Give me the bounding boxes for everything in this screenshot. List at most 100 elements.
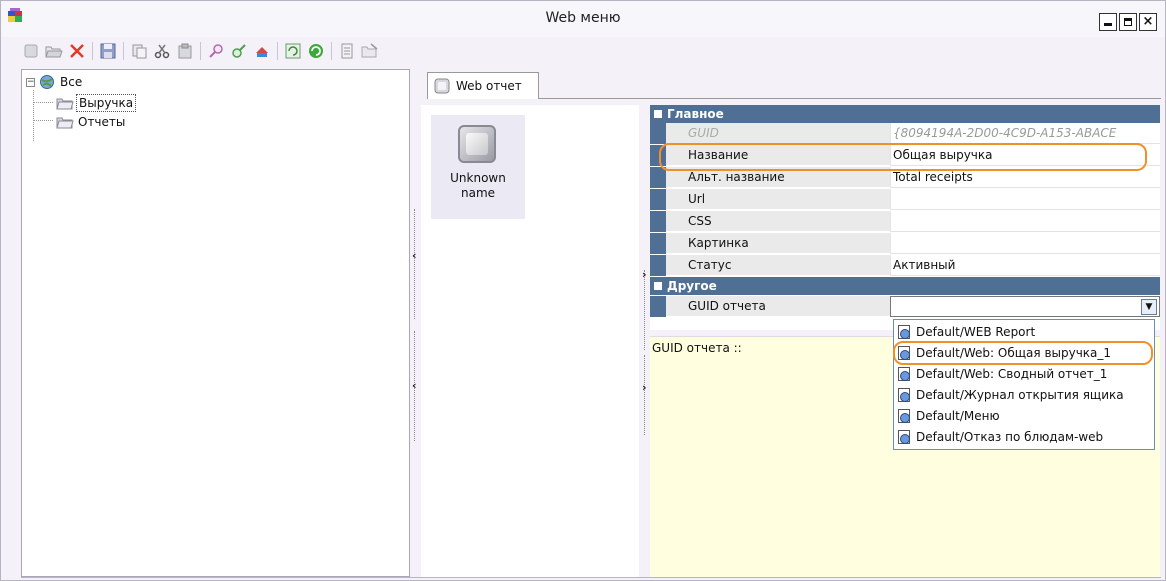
open-icon [45, 46, 63, 58]
export-button[interactable] [252, 41, 272, 61]
replace-icon [232, 44, 246, 58]
property-row-report-guid[interactable]: GUID отчета ▼ [650, 296, 1160, 317]
copy-button[interactable] [129, 41, 149, 61]
tab-label: Web отчет [456, 79, 522, 93]
report-icon [898, 387, 910, 402]
delete-button[interactable] [67, 41, 87, 61]
maximize-button[interactable] [1119, 13, 1137, 31]
toolbar-separator [123, 42, 124, 60]
icon-view: Unknown name [421, 105, 639, 577]
dropdown-option[interactable]: Default/WEB Report [898, 321, 1035, 342]
category-main[interactable]: Главное [650, 105, 1160, 123]
open-button[interactable] [44, 41, 64, 61]
property-name: Альт. название [666, 167, 890, 188]
replace-button[interactable] [229, 41, 249, 61]
property-value[interactable] [890, 233, 1160, 254]
maximize-icon [1124, 18, 1132, 26]
tab-web-report[interactable]: Web отчет [427, 72, 539, 99]
paste-icon [178, 43, 192, 59]
find-icon [209, 44, 223, 58]
description-text: GUID отчета :: [652, 341, 742, 355]
chevron-left-icon[interactable]: ‹ [412, 379, 417, 392]
collapse-icon[interactable] [654, 282, 662, 290]
report-icon [898, 429, 910, 444]
property-name: CSS [666, 211, 890, 232]
tile-label: Unknown name [450, 171, 506, 200]
report-guid-dropdown: Default/WEB Report Default/Web: Общая вы… [893, 319, 1155, 450]
save-button[interactable] [98, 41, 118, 61]
collapse-icon[interactable]: − [26, 77, 35, 87]
sync-button[interactable] [306, 41, 326, 61]
find-button[interactable] [206, 41, 226, 61]
property-row-status[interactable]: Статус Активный [650, 255, 1160, 276]
property-name: Статус [666, 255, 890, 276]
chevron-right-icon[interactable]: › [642, 268, 647, 281]
dropdown-option[interactable]: Default/Web: Общая выручка_1 [898, 342, 1111, 363]
paste-button[interactable] [175, 41, 195, 61]
folder-icon [56, 98, 74, 110]
cut-button[interactable] [152, 41, 172, 61]
folder-icon [56, 117, 74, 129]
chevron-down-icon[interactable]: ▼ [1141, 299, 1157, 315]
toolbar [21, 39, 380, 63]
title-bar: Web меню × [1, 1, 1165, 37]
left-splitter[interactable]: ‹ ‹ [412, 69, 418, 577]
splitter-grip [414, 209, 415, 319]
dropdown-option[interactable]: Default/Меню [898, 405, 1000, 426]
dropdown-option[interactable]: Default/Web: Сводный отчет_1 [898, 363, 1107, 384]
property-value[interactable]: Общая выручка [890, 145, 1160, 166]
tree-item-reports[interactable]: Отчеты [56, 112, 127, 132]
dropdown-option[interactable]: Default/Журнал открытия ящика [898, 384, 1124, 405]
tree-item-root[interactable]: − Все [26, 72, 84, 92]
menu-item-tile[interactable]: Unknown name [431, 115, 525, 219]
property-name: Картинка [666, 233, 890, 254]
new-button[interactable] [21, 41, 41, 61]
import-button[interactable] [360, 41, 380, 61]
tree-item-label: Все [60, 75, 83, 89]
report-guid-select[interactable]: ▼ [890, 296, 1160, 317]
property-row-css[interactable]: CSS [650, 211, 1160, 232]
property-value[interactable] [890, 211, 1160, 232]
dropdown-option[interactable]: Default/Отказ по блюдам-web [898, 426, 1103, 447]
toolbar-separator [200, 42, 201, 60]
collapse-icon[interactable] [654, 110, 662, 118]
import-icon [361, 43, 378, 58]
refresh-icon [285, 43, 301, 59]
new-icon [24, 44, 38, 58]
close-button[interactable]: × [1139, 13, 1157, 31]
toolbar-separator [92, 42, 93, 60]
property-row-url[interactable]: Url [650, 189, 1160, 210]
properties-icon [341, 43, 353, 59]
property-row-name[interactable]: Название Общая выручка [650, 145, 1160, 166]
chevron-right-icon[interactable]: › [642, 381, 647, 394]
report-icon [898, 408, 910, 423]
minimize-button[interactable] [1099, 13, 1117, 31]
property-value[interactable] [890, 189, 1160, 210]
property-row-guid[interactable]: GUID {8094194A-2D00-4C9D-A153-ABACE [650, 123, 1160, 144]
property-value[interactable]: Активный [890, 255, 1160, 276]
splitter-grip [644, 355, 645, 435]
property-row-alt-name[interactable]: Альт. название Total receipts [650, 167, 1160, 188]
right-splitter[interactable]: › › [642, 105, 648, 577]
tree-item-label: Выручка [76, 94, 137, 112]
main-window: Web меню × − Все Выручка Отчеты ‹ ‹ Web … [0, 0, 1166, 581]
save-icon [100, 43, 116, 59]
delete-icon [70, 44, 84, 58]
property-row-image[interactable]: Картинка [650, 233, 1160, 254]
bottom-border [21, 577, 1161, 578]
report-icon [434, 78, 450, 94]
category-other[interactable]: Другое [650, 277, 1160, 295]
property-value[interactable]: {8094194A-2D00-4C9D-A153-ABACE [890, 123, 1160, 144]
globe-icon [40, 75, 54, 89]
cut-icon [154, 44, 170, 59]
tree-item-revenue[interactable]: Выручка [56, 93, 137, 113]
toolbar-separator [331, 42, 332, 60]
refresh-button[interactable] [283, 41, 303, 61]
property-name: GUID [666, 123, 890, 144]
properties-button[interactable] [337, 41, 357, 61]
chevron-left-icon[interactable]: ‹ [412, 249, 417, 262]
toolbar-separator [277, 42, 278, 60]
copy-icon [132, 44, 147, 59]
tree-item-label: Отчеты [78, 115, 126, 129]
property-value[interactable]: Total receipts [890, 167, 1160, 188]
